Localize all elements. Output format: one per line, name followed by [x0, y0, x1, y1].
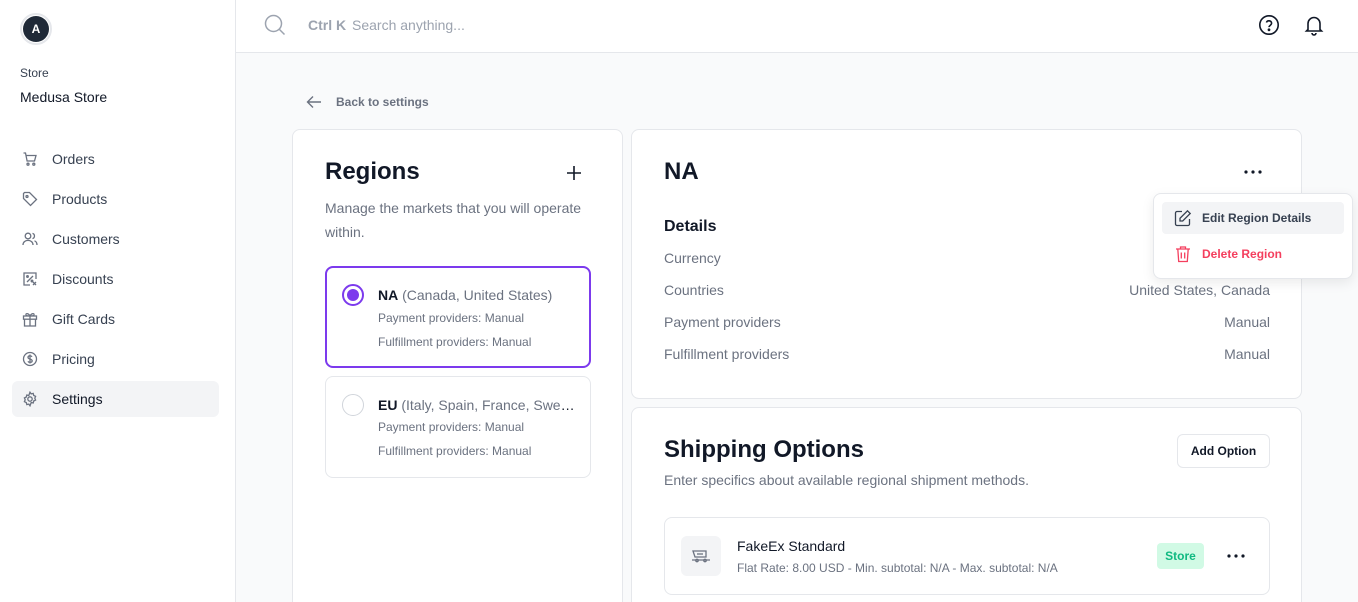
search-icon: [264, 14, 286, 36]
truck-icon: [681, 536, 721, 576]
sidebar-item-label: Products: [52, 191, 108, 207]
avatar-letter: A: [23, 16, 49, 42]
sidebar-nav: Orders Products Customers Discounts Gift…: [12, 141, 219, 421]
region-fulfillment: Fulfillment providers: Manual: [378, 335, 532, 349]
region-code: NA: [378, 287, 399, 303]
shipping-option-row: FakeEx Standard Flat Rate: 8.00 USD - Mi…: [664, 517, 1270, 595]
shipping-description: Enter specifics about available regional…: [664, 472, 1029, 488]
region-actions-menu: Edit Region Details Delete Region: [1153, 193, 1353, 279]
sidebar-item-customers[interactable]: Customers: [12, 221, 219, 257]
sidebar-item-label: Gift Cards: [52, 311, 116, 327]
region-countries: (Italy, Spain, France, Sweden, Germany, …: [401, 397, 578, 413]
detail-row-payment-providers: Payment providers Manual: [664, 314, 1270, 334]
search-input[interactable]: [352, 12, 752, 38]
help-icon[interactable]: [1258, 14, 1280, 36]
shipping-option-meta: Flat Rate: 8.00 USD - Min. subtotal: N/A…: [737, 561, 1058, 575]
gear-icon: [23, 391, 37, 407]
more-horizontal-icon: [1227, 554, 1245, 558]
detail-label: Payment providers: [664, 314, 781, 330]
regions-card: Regions Manage the markets that you will…: [292, 129, 623, 602]
arrow-left-icon: [306, 96, 321, 108]
detail-row-fulfillment-providers: Fulfillment providers Manual: [664, 346, 1270, 366]
sidebar-item-discounts[interactable]: Discounts: [12, 261, 219, 297]
search-shortcut: Ctrl K: [308, 17, 347, 33]
edit-region-details-item[interactable]: Edit Region Details: [1162, 202, 1344, 234]
details-heading: Details: [664, 218, 717, 235]
region-payment: Payment providers: Manual: [378, 311, 525, 325]
sidebar-item-label: Settings: [52, 391, 103, 407]
status-badge: Store: [1157, 543, 1204, 569]
back-label: Back to settings: [336, 95, 429, 109]
shipping-option-name: FakeEx Standard: [737, 538, 846, 554]
regions-description: Manage the markets that you will operate…: [325, 200, 582, 240]
topbar: Ctrl K: [236, 0, 1358, 53]
sidebar-item-pricing[interactable]: Pricing: [12, 341, 219, 377]
tag-icon: [22, 191, 38, 207]
shipping-options-card: Shipping Options Add Option Enter specif…: [631, 407, 1302, 602]
shipping-option-menu-button[interactable]: [1224, 544, 1248, 568]
region-name: EU (Italy, Spain, France, Sweden, German…: [378, 397, 578, 413]
shipping-title: Shipping Options: [664, 436, 864, 463]
sidebar-item-orders[interactable]: Orders: [12, 141, 219, 177]
regions-title: Regions: [325, 158, 420, 185]
detail-label: Currency: [664, 250, 721, 266]
users-icon: [22, 232, 38, 246]
detail-label: Fulfillment providers: [664, 346, 790, 362]
detail-label: Countries: [664, 282, 724, 298]
region-name: NA (Canada, United States): [378, 287, 578, 303]
sidebar-item-label: Discounts: [52, 271, 114, 287]
region-fulfillment: Fulfillment providers: Manual: [378, 444, 532, 458]
region-radio[interactable]: [342, 284, 364, 306]
sidebar-item-label: Customers: [52, 231, 120, 247]
sidebar-item-products[interactable]: Products: [12, 181, 219, 217]
sidebar-item-label: Pricing: [52, 351, 95, 367]
more-horizontal-icon: [1244, 170, 1262, 174]
delete-region-item[interactable]: Delete Region: [1162, 238, 1344, 270]
bell-icon[interactable]: [1303, 14, 1325, 36]
store-avatar[interactable]: A: [20, 13, 52, 45]
sidebar: A Store Medusa Store Orders Products Cus…: [0, 0, 236, 602]
region-menu-button[interactable]: [1241, 160, 1265, 184]
region-radio[interactable]: [342, 394, 364, 416]
region-item-eu[interactable]: EU (Italy, Spain, France, Sweden, German…: [325, 376, 591, 478]
edit-icon: [1174, 209, 1192, 227]
discount-icon: [23, 272, 37, 286]
back-to-settings-link[interactable]: Back to settings: [306, 94, 429, 110]
trash-icon: [1176, 246, 1190, 263]
store-name: Medusa Store: [20, 89, 108, 105]
detail-row-countries: Countries United States, Canada: [664, 282, 1270, 302]
detail-value: Manual: [1224, 314, 1270, 330]
sidebar-item-settings[interactable]: Settings: [12, 381, 219, 417]
menu-item-label: Edit Region Details: [1202, 211, 1312, 225]
region-countries: (Canada, United States): [402, 287, 553, 303]
detail-value: Manual: [1224, 346, 1270, 362]
region-title: NA: [664, 158, 699, 185]
menu-item-label: Delete Region: [1202, 247, 1283, 261]
region-code: EU: [378, 397, 398, 413]
add-option-button[interactable]: Add Option: [1177, 434, 1270, 468]
region-item-na[interactable]: NA (Canada, United States) Payment provi…: [325, 266, 591, 368]
detail-value: United States, Canada: [1129, 282, 1270, 298]
sidebar-item-label: Orders: [52, 151, 95, 167]
region-payment: Payment providers: Manual: [378, 420, 525, 434]
cart-icon: [23, 152, 37, 166]
add-region-button[interactable]: [563, 162, 585, 184]
gift-icon: [22, 312, 38, 327]
currency-icon: [22, 351, 38, 367]
sidebar-item-gift-cards[interactable]: Gift Cards: [12, 301, 219, 337]
store-label: Store: [20, 66, 49, 80]
